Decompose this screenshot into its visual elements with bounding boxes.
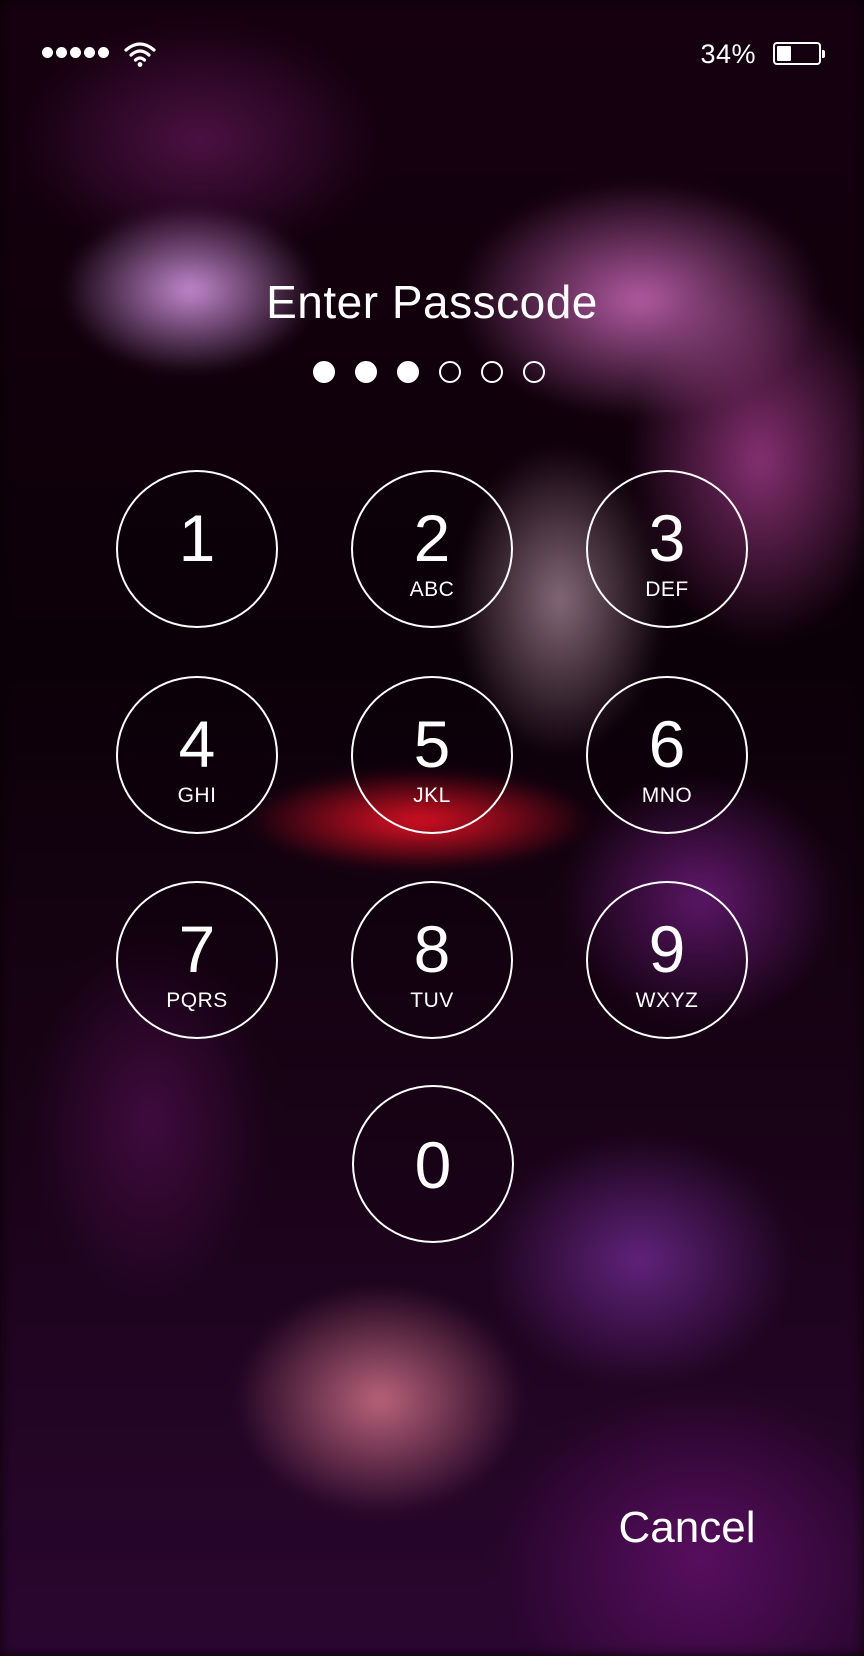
key-letters: WXYZ <box>635 989 699 1012</box>
key-7[interactable]: 7 PQRS <box>116 881 278 1039</box>
key-letters: GHI <box>177 784 217 807</box>
passcode-dot-empty <box>523 361 545 383</box>
key-digit: 0 <box>414 1128 452 1202</box>
key-letters: JKL <box>413 784 451 807</box>
key-letters: TUV <box>410 989 454 1012</box>
key-5[interactable]: 5 JKL <box>351 676 513 834</box>
signal-dot <box>42 47 53 58</box>
passcode-dot-filled <box>397 361 419 383</box>
signal-dot <box>98 47 109 58</box>
passcode-dots <box>313 361 545 383</box>
status-bar: 34% <box>0 0 864 110</box>
key-letters: PQRS <box>166 989 228 1012</box>
page-title: Enter Passcode <box>266 276 598 328</box>
passcode-dot-filled <box>355 361 377 383</box>
key-letters: ABC <box>409 578 455 601</box>
key-digit: 8 <box>413 912 451 986</box>
wifi-icon <box>124 42 156 67</box>
key-digit: 9 <box>648 912 686 986</box>
battery-level-fill <box>777 46 791 61</box>
key-3[interactable]: 3 DEF <box>586 470 748 628</box>
battery-icon <box>773 42 825 65</box>
signal-dot <box>84 47 95 58</box>
key-8[interactable]: 8 TUV <box>351 881 513 1039</box>
signal-dot <box>56 47 67 58</box>
key-digit: 6 <box>648 707 686 781</box>
key-4[interactable]: 4 GHI <box>116 676 278 834</box>
key-1[interactable]: 1 <box>116 470 278 628</box>
key-digit: 5 <box>413 707 451 781</box>
signal-dot <box>70 47 81 58</box>
passcode-dot-empty <box>481 361 503 383</box>
lock-screen: 34% Enter Passcode 1 2 ABC 3 DEF 4 GHI 5… <box>0 0 864 1656</box>
battery-percent: 34% <box>700 39 756 69</box>
passcode-dot-empty <box>439 361 461 383</box>
passcode-dot-filled <box>313 361 335 383</box>
key-2[interactable]: 2 ABC <box>351 470 513 628</box>
key-digit: 1 <box>178 501 216 575</box>
key-9[interactable]: 9 WXYZ <box>586 881 748 1039</box>
key-digit: 4 <box>178 707 216 781</box>
cancel-button[interactable]: Cancel <box>612 1498 762 1558</box>
signal-dots-icon <box>42 47 109 58</box>
key-letters: DEF <box>645 578 689 601</box>
key-6[interactable]: 6 MNO <box>586 676 748 834</box>
key-letters: MNO <box>641 784 693 807</box>
key-digit: 7 <box>178 912 216 986</box>
key-digit: 3 <box>648 501 686 575</box>
key-0[interactable]: 0 <box>352 1085 514 1243</box>
key-digit: 2 <box>413 501 451 575</box>
